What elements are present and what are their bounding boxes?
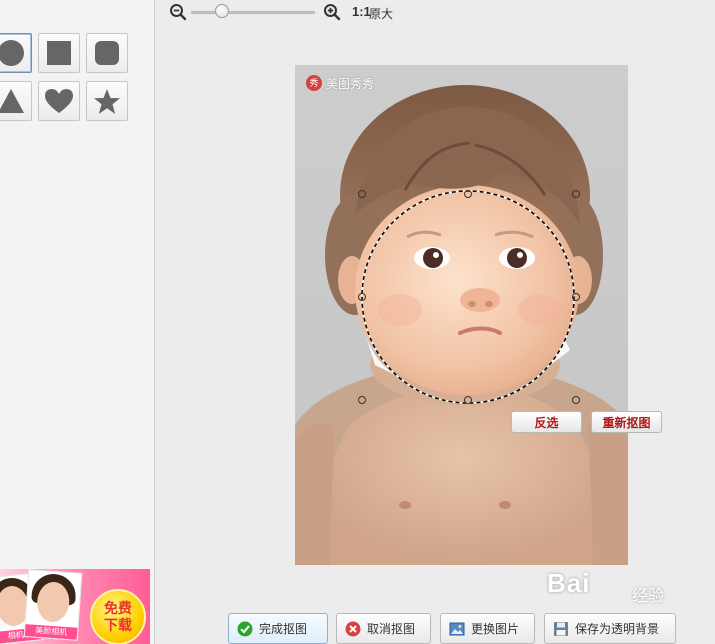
baidu-watermark-suffix: 经验: [632, 588, 665, 605]
free-download-badge[interactable]: 免费 下载: [90, 589, 146, 644]
watermark-text: 美图秀秀: [326, 77, 375, 91]
rounded-square-icon: [95, 41, 119, 65]
ad-caption-right: 美颜相机: [24, 624, 78, 640]
shape-rounded-square-button[interactable]: [86, 33, 128, 73]
shape-triangle-button[interactable]: [0, 81, 32, 121]
free-label: 免费: [104, 600, 132, 616]
handle-top-center[interactable]: [464, 190, 472, 198]
handle-top-right[interactable]: [572, 190, 580, 198]
baby-photo: [295, 85, 628, 565]
replace-image-button[interactable]: 更换图片: [440, 613, 535, 644]
handle-middle-right[interactable]: [572, 293, 580, 301]
original-size-label[interactable]: 原大: [369, 5, 393, 22]
save-transparent-button[interactable]: 保存为透明背景: [544, 613, 676, 644]
save-icon: [554, 621, 568, 636]
handle-bottom-center[interactable]: [464, 396, 472, 404]
save-transparent-label: 保存为透明背景: [575, 622, 660, 636]
finish-cutout-label: 完成抠图: [259, 622, 308, 636]
zoom-slider-thumb[interactable]: [215, 4, 229, 18]
handle-bottom-right[interactable]: [572, 396, 580, 404]
handle-middle-left[interactable]: [358, 293, 366, 301]
cancel-cutout-label: 取消抠图: [367, 622, 416, 636]
shape-square-button[interactable]: [38, 33, 80, 73]
shape-heart-button[interactable]: [38, 81, 80, 121]
ad-photo-right: 美颜相机: [23, 569, 83, 641]
square-icon: [47, 41, 71, 65]
star-icon: [94, 88, 120, 114]
triangle-icon: [0, 89, 24, 113]
heart-icon: [45, 89, 73, 113]
handle-top-left[interactable]: [358, 190, 366, 198]
finish-cutout-button[interactable]: 完成抠图: [228, 613, 328, 644]
zoom-out-icon[interactable]: [169, 3, 187, 21]
replace-image-label: 更换图片: [471, 622, 520, 636]
baidu-watermark-brand: Bai: [547, 568, 591, 598]
handle-bottom-left[interactable]: [358, 396, 366, 404]
zoom-in-icon[interactable]: [323, 3, 341, 21]
circle-icon: [0, 40, 24, 66]
ad-banner[interactable]: 相机 美颜相机 免费 下载: [0, 569, 150, 644]
shape-panel: 相机 美颜相机 免费 下载: [0, 0, 155, 644]
actual-size-ratio[interactable]: 1:1: [352, 4, 371, 19]
photo-canvas[interactable]: 秀 美图秀秀: [295, 65, 628, 565]
shape-star-button[interactable]: [86, 81, 128, 121]
recut-button[interactable]: 重新抠图: [591, 411, 662, 433]
cancel-icon: [345, 621, 361, 636]
shape-circle-button[interactable]: [0, 33, 32, 73]
check-icon: [237, 621, 253, 636]
download-label: 下载: [104, 617, 132, 633]
zoom-slider-track[interactable]: [191, 11, 315, 14]
cancel-cutout-button[interactable]: 取消抠图: [336, 613, 431, 644]
invert-selection-button[interactable]: 反选: [511, 411, 582, 433]
watermark-logo-icon: 秀: [306, 75, 322, 91]
image-icon: [449, 622, 465, 635]
zoom-toolbar: 1:1 原大: [155, 0, 715, 26]
